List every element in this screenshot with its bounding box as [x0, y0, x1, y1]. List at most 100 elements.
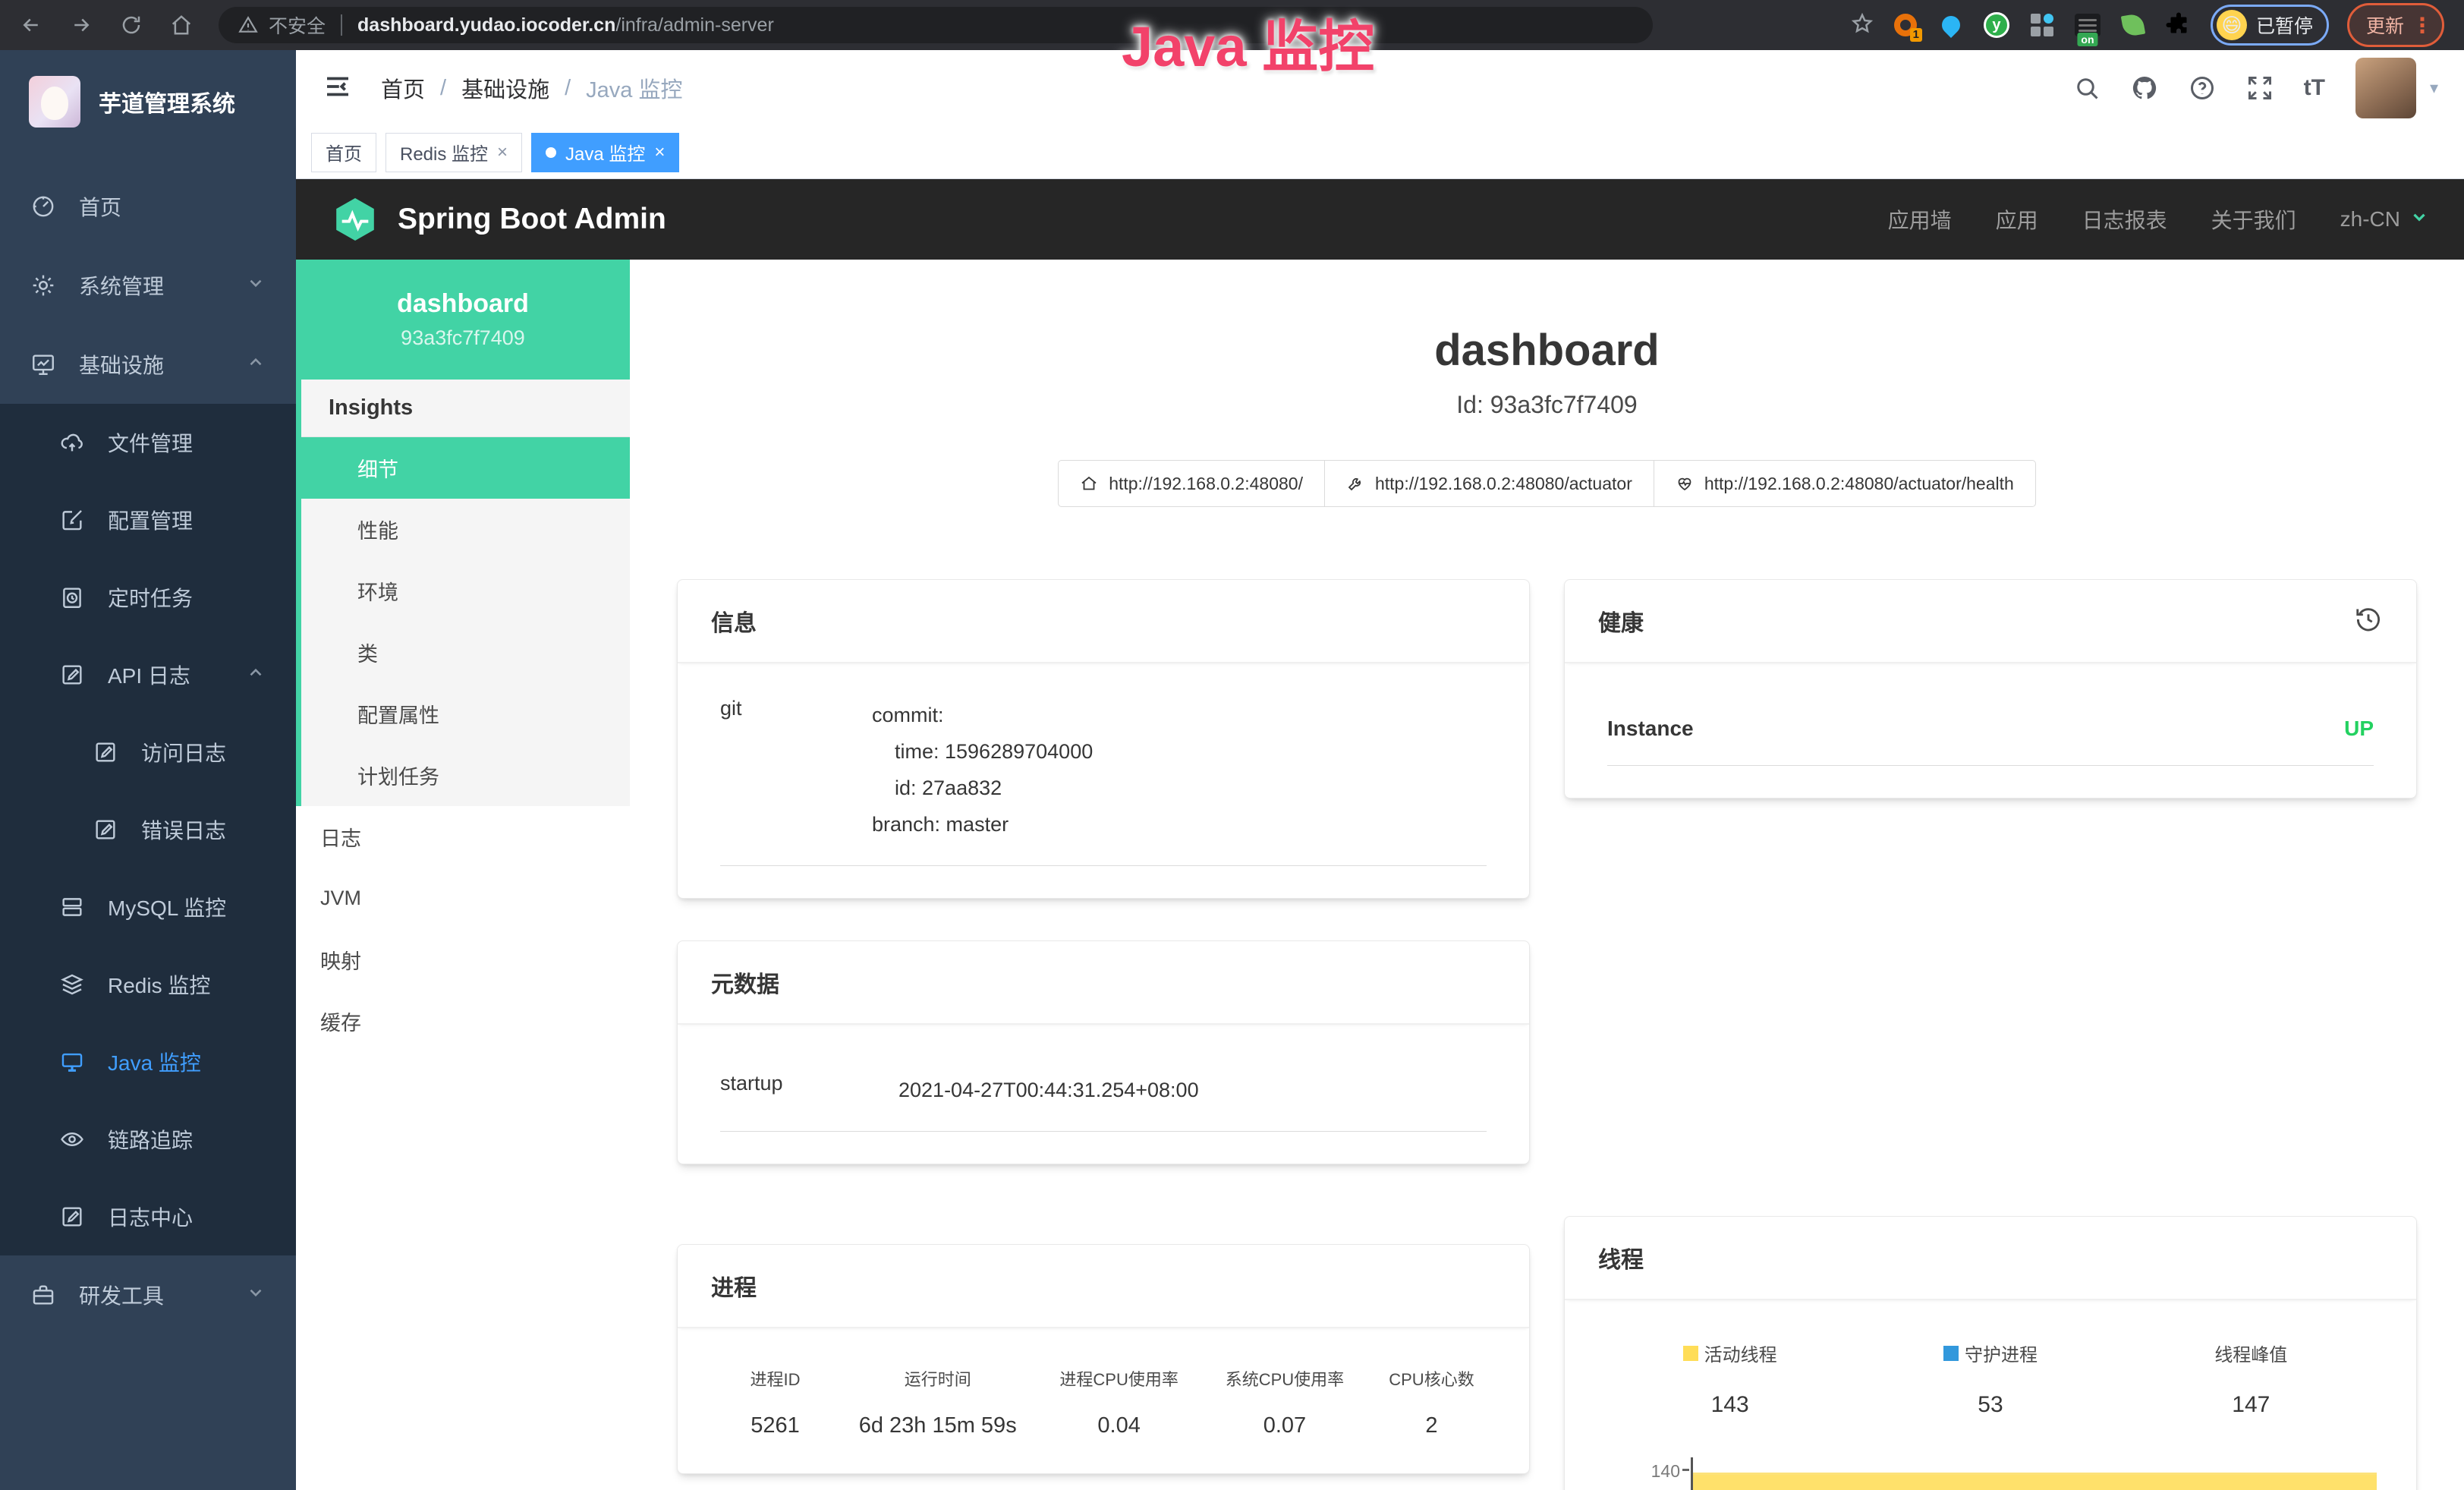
sba-plain-group: 日志 JVM 映射 缓存: [296, 806, 630, 1052]
back-icon[interactable]: [20, 14, 42, 36]
sba-nav-logs[interactable]: 日志: [296, 806, 630, 868]
sba-nav-mappings[interactable]: 映射: [296, 929, 630, 991]
legend-swatch-blue: [1943, 1346, 1959, 1361]
doc-pen-icon: [59, 1204, 85, 1230]
sba-nav-wallboard[interactable]: 应用墙: [1888, 204, 1952, 235]
sidebar-item-infrastructure[interactable]: 基础设施: [0, 325, 296, 404]
sidebar-item-log-center[interactable]: 日志中心: [0, 1178, 296, 1255]
home-icon[interactable]: [170, 14, 193, 36]
instance-hero: dashboard Id: 93a3fc7f7409: [677, 260, 2417, 419]
chart-y-axis: 140 120 100: [1600, 1462, 1691, 1490]
sidebar-item-api-logs[interactable]: API 日志: [0, 636, 296, 713]
sidebar-item-trace[interactable]: 链路追踪: [0, 1101, 296, 1178]
fullscreen-icon[interactable]: [2246, 74, 2274, 102]
tabs-bar: 首页 Redis 监控 × Java 监控 ×: [296, 126, 2464, 179]
sba-nav-scheduled-tasks[interactable]: 计划任务: [301, 745, 630, 806]
sidebar-item-java-monitor[interactable]: Java 监控: [0, 1023, 296, 1101]
font-size-icon[interactable]: tT: [2304, 75, 2325, 101]
monitor-icon: [59, 1049, 85, 1075]
sidebar-item-config-management[interactable]: 配置管理: [0, 481, 296, 559]
sba-nav-performance[interactable]: 性能: [301, 499, 630, 560]
sidebar-item-homepage[interactable]: 首页: [0, 167, 296, 246]
sba-nav-details[interactable]: 细节: [301, 437, 630, 499]
sidebar-item-dev-tools[interactable]: 研发工具: [0, 1255, 296, 1334]
address-bar[interactable]: 不安全 dashboard.yudao.iocoder.cn/infra/adm…: [219, 7, 1653, 43]
sba-nav-environment[interactable]: 环境: [301, 560, 630, 622]
tab-java-monitor[interactable]: Java 监控 ×: [531, 133, 679, 172]
sba-brand[interactable]: Spring Boot Admin: [398, 203, 666, 236]
reload-icon[interactable]: [120, 14, 143, 36]
server-icon: [59, 894, 85, 920]
help-icon[interactable]: [2189, 74, 2216, 102]
avatar-caret-icon[interactable]: ▾: [2430, 78, 2438, 98]
card-title: 信息: [711, 604, 757, 638]
yudao-sidebar: 芋道管理系统 首页 系统管理 基础设施: [0, 50, 296, 1490]
sba-nav-applications[interactable]: 应用: [1996, 204, 2038, 235]
endpoint-health-button[interactable]: http://192.168.0.2:48080/actuator/health: [1654, 460, 2036, 507]
sidebar-item-mysql-monitor[interactable]: MySQL 监控: [0, 868, 296, 946]
close-icon[interactable]: ×: [497, 142, 508, 163]
history-icon[interactable]: [2354, 605, 2383, 638]
sba-nav-config-props[interactable]: 配置属性: [301, 683, 630, 745]
tab-homepage[interactable]: 首页: [311, 133, 376, 172]
layers-icon: [59, 972, 85, 997]
search-icon[interactable]: [2073, 74, 2101, 102]
threads-card: 线程 活动线程 143 守护进程: [1564, 1216, 2417, 1490]
endpoint-home-button[interactable]: http://192.168.0.2:48080/: [1058, 460, 1325, 507]
sba-locale-select[interactable]: zh-CN: [2340, 207, 2429, 232]
browser-profile-chip[interactable]: 😄 已暂停: [2211, 5, 2329, 46]
home-icon: [1080, 474, 1098, 493]
extension-orange-icon[interactable]: 1: [1892, 11, 1919, 39]
sba-nav-journal[interactable]: 日志报表: [2082, 204, 2167, 235]
breadcrumb: 首页 / 基础设施 / Java 监控: [381, 72, 682, 104]
breadcrumb-home[interactable]: 首页: [381, 72, 425, 104]
chevron-up-icon: [246, 663, 266, 688]
chevron-down-icon: [2409, 207, 2429, 232]
endpoint-actuator-button[interactable]: http://192.168.0.2:48080/actuator: [1325, 460, 1654, 507]
sidebar-item-redis-monitor[interactable]: Redis 监控: [0, 946, 296, 1023]
sba-nav-classes[interactable]: 类: [301, 622, 630, 683]
sidebar-item-scheduled-tasks[interactable]: 定时任务: [0, 559, 296, 636]
sba-nav-caches[interactable]: 缓存: [296, 991, 630, 1052]
extension-switch-icon[interactable]: on: [2074, 11, 2101, 39]
breadcrumb-infrastructure[interactable]: 基础设施: [461, 72, 549, 104]
app-title: 芋道管理系统: [99, 85, 235, 118]
url-text: dashboard.yudao.iocoder.cn/infra/admin-s…: [357, 14, 774, 36]
extension-green-icon[interactable]: y: [1983, 11, 2010, 39]
app-logo[interactable]: 芋道管理系统: [0, 50, 296, 141]
wrench-icon: [1346, 474, 1364, 493]
sidebar-item-file-management[interactable]: 文件管理: [0, 404, 296, 481]
bookmark-star-icon[interactable]: [1851, 12, 1874, 39]
metadata-card: 元数据 startup 2021-04-27T00:44:31.254+08:0…: [677, 940, 1530, 1164]
process-card: 进程 进程ID 5261 运行时间: [677, 1244, 1530, 1474]
speedometer-icon: [30, 194, 56, 219]
profile-avatar: 😄: [2217, 10, 2247, 40]
extension-pin-icon[interactable]: [1937, 11, 1965, 39]
process-stats: 进程ID 5261 运行时间 6d 23h 15m 59s: [708, 1356, 1499, 1443]
chrome-update-button[interactable]: 更新 ⋮: [2347, 3, 2444, 47]
sidebar-item-access-logs[interactable]: 访问日志: [0, 713, 296, 791]
process-stat-pid: 进程ID 5261: [708, 1366, 842, 1438]
sba-sidebar: dashboard 93a3fc7f7409 Insights 细节 性能 环境…: [296, 260, 630, 1490]
tab-redis-monitor[interactable]: Redis 监控 ×: [385, 133, 522, 172]
sba-nav-about[interactable]: 关于我们: [2211, 204, 2296, 235]
github-icon[interactable]: [2131, 74, 2158, 102]
close-icon[interactable]: ×: [654, 142, 665, 163]
extension-grid-icon[interactable]: [2028, 11, 2056, 39]
browser-nav: [20, 14, 193, 36]
sidebar-item-system-management[interactable]: 系统管理: [0, 246, 296, 325]
sidebar-collapse-icon[interactable]: [322, 71, 354, 106]
user-avatar[interactable]: [2355, 58, 2416, 118]
security-label: 不安全: [269, 11, 326, 39]
sidebar-item-error-logs[interactable]: 错误日志: [0, 791, 296, 868]
forward-icon[interactable]: [70, 14, 93, 36]
sba-nav-jvm[interactable]: JVM: [296, 868, 630, 929]
legend-peak-threads: 线程峰值 147: [2121, 1340, 2381, 1418]
doc-pen-icon: [59, 662, 85, 688]
extensions-puzzle-icon[interactable]: [2165, 11, 2192, 39]
extension-leaf-icon[interactable]: [2119, 11, 2147, 39]
instance-id: 93a3fc7f7409: [401, 326, 525, 350]
instance-id-line: Id: 93a3fc7f7409: [677, 391, 2417, 419]
browser-menu-icon[interactable]: ⋮: [2412, 13, 2433, 38]
chart-plot-area: [1691, 1462, 2381, 1490]
